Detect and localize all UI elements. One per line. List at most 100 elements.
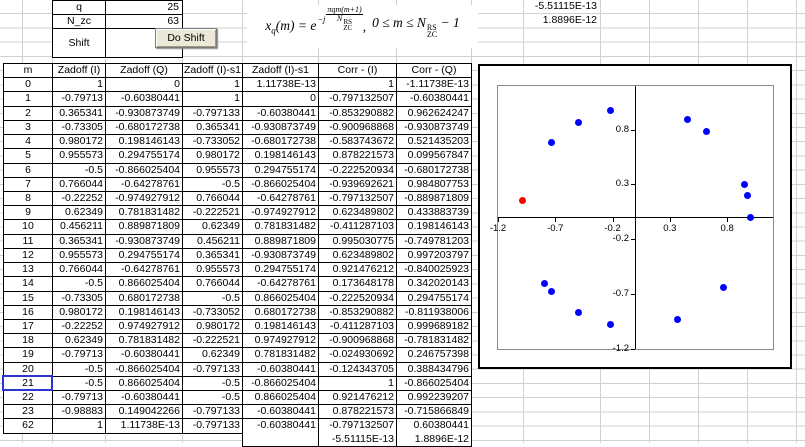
cell[interactable]: 62: [4, 419, 53, 434]
constellation-chart[interactable]: -1.2 -0.7 -0.2 0.3 0.8 0.8 0.3 -0.2 -0.7 -1.2: [478, 64, 792, 369]
cell[interactable]: 16: [4, 305, 53, 320]
cell[interactable]: -0.900968868: [319, 334, 397, 349]
cell[interactable]: 0.889871809: [106, 220, 183, 235]
cell[interactable]: 17: [4, 319, 53, 335]
cell[interactable]: 0.999689182: [397, 319, 472, 335]
cell[interactable]: -0.5: [183, 177, 243, 192]
cell[interactable]: -0.222520934: [319, 291, 397, 306]
cell[interactable]: -0.866025404: [397, 376, 472, 392]
cell[interactable]: 0.294755174: [243, 163, 319, 178]
cell[interactable]: -0.733052: [183, 135, 243, 150]
cell[interactable]: -0.797132507: [319, 191, 397, 207]
cell[interactable]: -0.797133: [183, 362, 243, 377]
cell[interactable]: 6: [4, 163, 53, 178]
cell[interactable]: -0.22252: [53, 319, 106, 335]
cell[interactable]: 9: [4, 206, 53, 221]
column-header[interactable]: Corr - (I): [319, 64, 397, 79]
cell[interactable]: 1.11738E-13: [243, 78, 319, 93]
cell[interactable]: 0: [4, 78, 53, 93]
cell[interactable]: 0.246757398: [397, 348, 472, 363]
cell[interactable]: -0.781831482: [397, 334, 472, 349]
cell[interactable]: 1: [53, 78, 106, 93]
cell[interactable]: -0.5: [53, 376, 106, 392]
cell[interactable]: 0.921476212: [319, 391, 397, 406]
cell[interactable]: 0.866025404: [106, 277, 183, 292]
cell[interactable]: -0.930873749: [397, 120, 472, 136]
cell[interactable]: 0.995030775: [319, 234, 397, 249]
cell[interactable]: 0.974927912: [106, 319, 183, 335]
cell[interactable]: -0.939692621: [319, 177, 397, 192]
cell[interactable]: 0.766044: [53, 263, 106, 278]
cell[interactable]: -0.797133: [183, 405, 243, 420]
cell[interactable]: 0.781831482: [106, 334, 183, 349]
cell[interactable]: 18: [4, 334, 53, 349]
cell[interactable]: -0.866025404: [106, 362, 183, 377]
cell[interactable]: -0.79713: [53, 92, 106, 107]
cell[interactable]: 14: [4, 277, 53, 292]
cell[interactable]: 0.62349: [183, 220, 243, 235]
cell[interactable]: 0.294755174: [397, 291, 472, 306]
cell[interactable]: 15: [4, 291, 53, 306]
cell[interactable]: 0.365341: [53, 234, 106, 249]
cell[interactable]: -0.797132507: [319, 419, 397, 434]
cell[interactable]: 1: [4, 92, 53, 107]
cell[interactable]: 12: [4, 248, 53, 264]
column-header[interactable]: Zadoff (I)-s1: [243, 64, 319, 79]
corr-sum-q-cell[interactable]: 1.8896E-12: [523, 14, 600, 28]
cell[interactable]: -0.715866849: [397, 405, 472, 420]
cell[interactable]: -0.5: [53, 362, 106, 377]
cell[interactable]: -0.797132507: [319, 92, 397, 107]
cell[interactable]: 0.980172: [183, 149, 243, 164]
cell[interactable]: 0.766044: [183, 191, 243, 207]
cell[interactable]: 23: [4, 405, 53, 420]
column-header[interactable]: m: [4, 64, 53, 79]
cell[interactable]: 4: [4, 135, 53, 150]
cell[interactable]: 0.365341: [183, 248, 243, 264]
q-label-cell[interactable]: q: [53, 1, 106, 15]
nzc-value-cell[interactable]: 63: [106, 15, 183, 29]
cell[interactable]: -0.749781203: [397, 234, 472, 249]
cell[interactable]: 8: [4, 191, 53, 207]
cell[interactable]: -0.974927912: [243, 206, 319, 221]
cell[interactable]: 3: [4, 120, 53, 136]
cell[interactable]: -0.124343705: [319, 362, 397, 377]
cell[interactable]: 0.149042266: [106, 405, 183, 420]
cell[interactable]: -0.5: [53, 277, 106, 292]
cell[interactable]: -0.866025404: [243, 376, 319, 392]
cell[interactable]: -0.866025404: [106, 163, 183, 178]
cell[interactable]: -0.222521: [183, 206, 243, 221]
cell[interactable]: 0.781831482: [243, 348, 319, 363]
sum-cell[interactable]: [243, 433, 319, 447]
cell[interactable]: 0.62349: [183, 348, 243, 363]
cell[interactable]: -0.64278761: [243, 277, 319, 292]
cell[interactable]: 0.980172: [53, 135, 106, 150]
cell[interactable]: -0.73305: [53, 120, 106, 136]
cell[interactable]: -0.60380441: [243, 419, 319, 434]
cell[interactable]: -0.680172738: [106, 120, 183, 136]
cell[interactable]: 1: [53, 419, 106, 434]
cell[interactable]: 1: [183, 78, 243, 93]
cell[interactable]: 22: [4, 391, 53, 406]
cell[interactable]: 0.294755174: [106, 149, 183, 164]
cell[interactable]: 0.433883739: [397, 206, 472, 221]
cell[interactable]: 0.980172: [183, 319, 243, 335]
cell[interactable]: 0.198146143: [397, 220, 472, 235]
cell[interactable]: 0.173648178: [319, 277, 397, 292]
q-value-cell[interactable]: 25: [106, 1, 183, 15]
column-header[interactable]: Zadoff (I): [53, 64, 106, 79]
cell[interactable]: 0.962624247: [397, 106, 472, 121]
cell[interactable]: -0.60380441: [243, 106, 319, 121]
cell[interactable]: 0.992239207: [397, 391, 472, 406]
cell[interactable]: 0.365341: [183, 120, 243, 136]
cell[interactable]: 0.955573: [183, 263, 243, 278]
cell[interactable]: -0.411287103: [319, 220, 397, 235]
cell[interactable]: -0.680172738: [243, 135, 319, 150]
cell[interactable]: 0.955573: [183, 163, 243, 178]
cell[interactable]: -0.98883: [53, 405, 106, 420]
cell[interactable]: -0.680172738: [397, 163, 472, 178]
cell[interactable]: 0: [106, 78, 183, 93]
cell[interactable]: 0.997203797: [397, 248, 472, 264]
cell[interactable]: 0.878221573: [319, 405, 397, 420]
cell[interactable]: -0.5: [183, 291, 243, 306]
cell[interactable]: -0.853290882: [319, 106, 397, 121]
